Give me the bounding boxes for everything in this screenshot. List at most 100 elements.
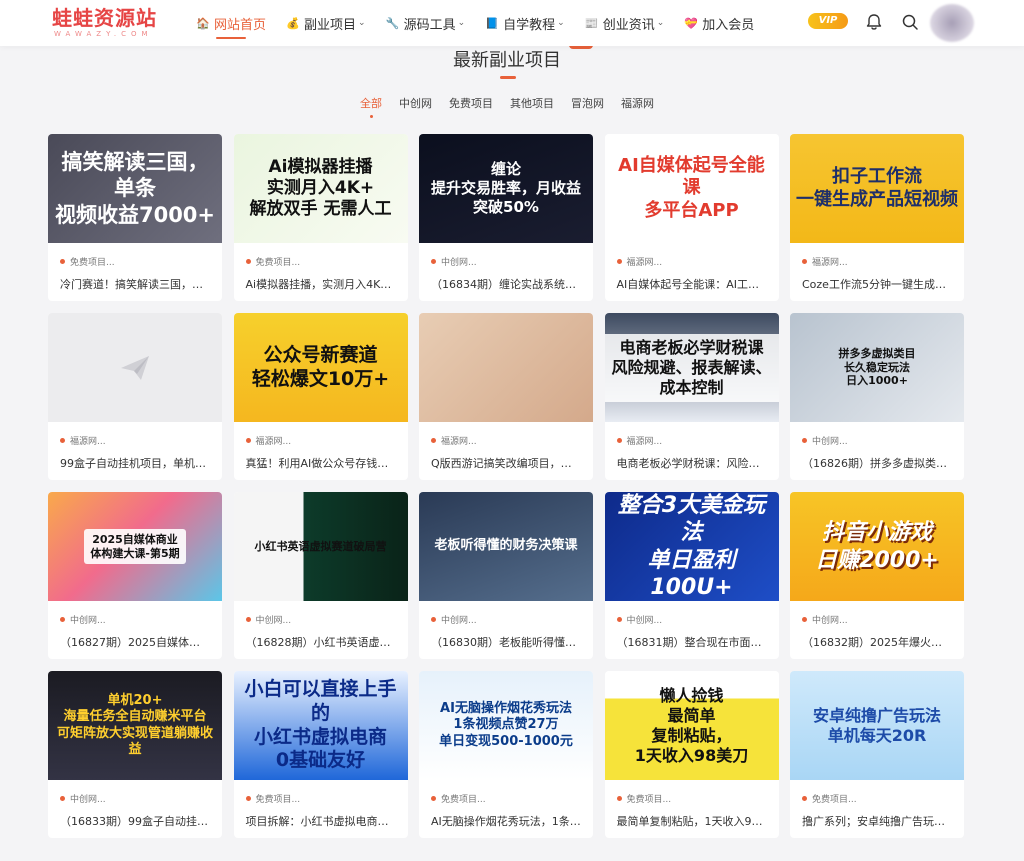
card-thumbnail[interactable]: 小红书英语虚拟赛道破局营 xyxy=(233,492,408,601)
card-category[interactable]: 中创网... xyxy=(48,780,222,805)
project-card[interactable]: 福源网...Q版西游记搞笑改编项目，巧用AI工具 xyxy=(419,313,593,480)
category-label: 免费项目... xyxy=(441,795,486,805)
card-category[interactable]: 免费项目... xyxy=(234,243,408,268)
card-title[interactable]: Coze工作流5分钟一键生成【产品短视频】 xyxy=(790,268,964,292)
card-thumbnail[interactable]: Ai模拟器挂播 实测月入4K+ 解放双手 无需人工 xyxy=(233,134,408,243)
card-title[interactable]: （16830期）老板能听得懂的财务决策课 xyxy=(419,626,593,650)
card-thumbnail[interactable]: 搞笑解读三国，单条 视频收益7000+ xyxy=(48,134,222,243)
card-title[interactable]: Ai模拟器挂播，实测月入4K+，解放双手无需人工 xyxy=(234,268,408,292)
tab-3[interactable]: 其他项目 xyxy=(510,95,554,111)
card-thumbnail[interactable]: 2025自媒体商业 体构建大课-第5期 xyxy=(48,492,222,601)
card-title[interactable]: （16833期）99盒子自动挂机项目 xyxy=(48,805,222,829)
card-category[interactable]: 免费项目... xyxy=(234,780,408,805)
site-logo[interactable]: 蛙蛙资源站 WAWAZY.COM xyxy=(52,6,164,40)
card-thumbnail[interactable]: 缠论 提升交易胜率，月收益突破50% xyxy=(419,134,593,243)
card-category[interactable]: 中创网... xyxy=(48,601,222,626)
category-label: 福源网... xyxy=(626,437,663,447)
card-thumbnail[interactable]: AI无脑操作烟花秀玩法 1条视频点赞27万 单日变现500-1000元 xyxy=(419,671,593,780)
vip-badge[interactable]: VIP xyxy=(808,13,848,29)
tab-4[interactable]: 冒泡网 xyxy=(571,95,604,111)
project-card[interactable]: 整合3大美金玩法 单日盈利100U+ 中创网... （16831期）整合现在市面上3… xyxy=(604,492,779,659)
card-thumbnail[interactable]: 整合3大美金玩法 单日盈利100U+ xyxy=(604,492,779,601)
tab-1[interactable]: 中创网 xyxy=(399,95,432,111)
tab-0[interactable]: 全部 xyxy=(360,95,382,118)
card-category[interactable]: 福源网... xyxy=(790,243,964,268)
card-thumbnail[interactable]: 拼多多虚拟类目 长久稳定玩法 日入1000+ xyxy=(790,313,964,422)
nav-item-1[interactable]: 💰 副业项目 ⌄ xyxy=(286,0,365,46)
card-thumbnail[interactable] xyxy=(419,313,593,422)
project-card[interactable]: AI无脑操作烟花秀玩法 1条视频点赞27万 单日变现500-1000元免费项目.… xyxy=(419,671,593,838)
card-title[interactable]: 撸广系列；安卓纯撸广告玩法，单机每天20R xyxy=(790,805,964,829)
project-card[interactable]: 小红书英语虚拟赛道破局营中创网...（16828期）小红书英语虚拟赛道破局营 xyxy=(233,492,408,659)
card-category[interactable]: 中创网... xyxy=(234,601,408,626)
card-thumbnail[interactable]: 懒人捡钱 最简单 复制粘贴， 1天收入98美刀 xyxy=(604,671,779,780)
project-card[interactable]: 安卓纯撸广告玩法 单机每天20R 免费项目...撸广系列；安卓纯撸广告玩法，单机每… xyxy=(790,671,964,838)
search-icon[interactable] xyxy=(900,12,920,32)
nav-item-4[interactable]: 📰 创业资讯 ⌄ xyxy=(585,0,664,46)
card-category[interactable]: 福源网... xyxy=(234,422,408,447)
card-category[interactable]: 免费项目... xyxy=(790,780,964,805)
card-thumbnail[interactable]: 抖音小游戏 日赚2000+ xyxy=(790,492,964,601)
project-card[interactable]: 电商老板必学财税课 风险规避、报表解读、成本控制福源网... 电商老板必学财税课：… xyxy=(604,313,779,480)
card-thumbnail[interactable]: 单机20+ 海量任务全自动赚米平台 可矩阵放大实现管道躺赚收益 xyxy=(48,671,222,780)
card-thumbnail[interactable]: 小白可以直接上手的 小红书虚拟电商 0基础友好 xyxy=(233,671,408,780)
user-avatar[interactable] xyxy=(930,4,974,42)
project-card[interactable]: 懒人捡钱 最简单 复制粘贴， 1天收入98美刀 免费项目... 最简单复制粘贴，1天… xyxy=(604,671,779,838)
card-title[interactable]: 最简单复制粘贴，1天收入98美刀 xyxy=(605,805,779,829)
card-title[interactable]: （16831期）整合现在市面上3大美金玩法 xyxy=(605,626,779,650)
card-title[interactable]: Q版西游记搞笑改编项目，巧用AI工具 xyxy=(419,447,593,471)
card-category[interactable]: 中创网... xyxy=(605,601,779,626)
card-title[interactable]: 99盒子自动挂机项目，单机20+ xyxy=(48,447,222,471)
project-card[interactable]: 公众号新赛道 轻松爆文10万+ 福源网... 真猛！利用AI做公众号存钱赛道 xyxy=(233,313,408,480)
project-card[interactable]: 缠论 提升交易胜率，月收益突破50% 中创网... （16834期）缠论实战系统课程 xyxy=(419,134,593,301)
card-thumbnail[interactable]: 安卓纯撸广告玩法 单机每天20R xyxy=(790,671,964,780)
card-thumbnail[interactable]: 电商老板必学财税课 风险规避、报表解读、成本控制 xyxy=(604,313,779,422)
project-card[interactable]: 单机20+ 海量任务全自动赚米平台 可矩阵放大实现管道躺赚收益 中创网... （16… xyxy=(48,671,222,838)
card-category[interactable]: 福源网... xyxy=(48,422,222,447)
bell-icon[interactable] xyxy=(864,12,884,32)
project-grid: 搞笑解读三国，单条 视频收益7000+ 免费项目... 冷门赛道！搞笑解读三国，单条… xyxy=(48,134,964,838)
nav-item-3[interactable]: 📘 自学教程 ⌄ xyxy=(485,0,564,46)
project-card[interactable]: 小白可以直接上手的 小红书虚拟电商 0基础友好 免费项目... 项目拆解：小红书虚拟… xyxy=(233,671,408,838)
card-category[interactable]: 福源网... xyxy=(605,243,779,268)
nav-item-5[interactable]: 💝 加入会员 xyxy=(684,0,754,46)
nav-item-0[interactable]: 🏠 网站首页 xyxy=(196,0,266,46)
project-card[interactable]: 抖音小游戏 日赚2000+ 中创网...（16832期）2025年爆火的抖音小游戏 xyxy=(790,492,964,659)
card-category[interactable]: 中创网... xyxy=(790,601,964,626)
card-title[interactable]: （16827期）2025自媒体商业体构建大课 xyxy=(48,626,222,650)
card-thumbnail[interactable]: 扣子工作流 一键生成产品短视频 xyxy=(790,134,964,243)
card-category[interactable]: 中创网... xyxy=(790,422,964,447)
card-category[interactable]: 福源网... xyxy=(605,422,779,447)
card-title[interactable]: （16828期）小红书英语虚拟赛道破局营 xyxy=(234,626,408,650)
card-thumbnail[interactable] xyxy=(48,313,222,422)
project-card[interactable]: 福源网... 99盒子自动挂机项目，单机20+ xyxy=(48,313,222,480)
nav-item-2[interactable]: 🔧 源码工具 ⌄ xyxy=(386,0,465,46)
project-card[interactable]: 老板听得懂的财务决策课中创网...（16830期）老板能听得懂的财务决策课 xyxy=(419,492,593,659)
card-title[interactable]: 电商老板必学财税课：风险规避 xyxy=(605,447,779,471)
card-title[interactable]: 冷门赛道！搞笑解读三国，单条视频收益7000+ xyxy=(48,268,222,292)
project-card[interactable]: 2025自媒体商业 体构建大课-第5期 中创网... （16827期）2025自媒体… xyxy=(48,492,222,659)
card-title[interactable]: AI无脑操作烟花秀玩法，1条视频点赞27万 xyxy=(419,805,593,829)
card-category[interactable]: 免费项目... xyxy=(48,243,222,268)
card-thumbnail[interactable]: AI自媒体起号全能课 多平台APP xyxy=(604,134,779,243)
card-category[interactable]: 免费项目... xyxy=(419,780,593,805)
card-title[interactable]: （16826期）拼多多虚拟类目项目 xyxy=(790,447,964,471)
project-card[interactable]: 拼多多虚拟类目 长久稳定玩法 日入1000+ 中创网... （16826期）拼多多虚… xyxy=(790,313,964,480)
project-card[interactable]: 搞笑解读三国，单条 视频收益7000+ 免费项目... 冷门赛道！搞笑解读三国，单条… xyxy=(48,134,222,301)
card-thumbnail[interactable]: 老板听得懂的财务决策课 xyxy=(419,492,593,601)
card-title[interactable]: （16832期）2025年爆火的抖音小游戏 xyxy=(790,626,964,650)
card-title[interactable]: AI自媒体起号全能课：AI工具实操 xyxy=(605,268,779,292)
tab-5[interactable]: 福源网 xyxy=(621,95,654,111)
card-category[interactable]: 中创网... xyxy=(419,601,593,626)
project-card[interactable]: 扣子工作流 一键生成产品短视频福源网...Coze工作流5分钟一键生成【产品短视… xyxy=(790,134,964,301)
card-title[interactable]: （16834期）缠论实战系统课程 xyxy=(419,268,593,292)
card-category[interactable]: 免费项目... xyxy=(605,780,779,805)
tab-2[interactable]: 免费项目 xyxy=(449,95,493,111)
card-thumbnail[interactable]: 公众号新赛道 轻松爆文10万+ xyxy=(233,313,408,422)
card-category[interactable]: 福源网... xyxy=(419,422,593,447)
card-title[interactable]: 真猛！利用AI做公众号存钱赛道 xyxy=(234,447,408,471)
card-title[interactable]: 项目拆解：小红书虚拟电商，0基础友好 xyxy=(234,805,408,829)
project-card[interactable]: Ai模拟器挂播 实测月入4K+ 解放双手 无需人工 免费项目... Ai模拟器挂播，… xyxy=(233,134,408,301)
project-card[interactable]: AI自媒体起号全能课 多平台APP 福源网... AI自媒体起号全能课：AI工具实操 xyxy=(604,134,779,301)
card-category[interactable]: 中创网... xyxy=(419,243,593,268)
